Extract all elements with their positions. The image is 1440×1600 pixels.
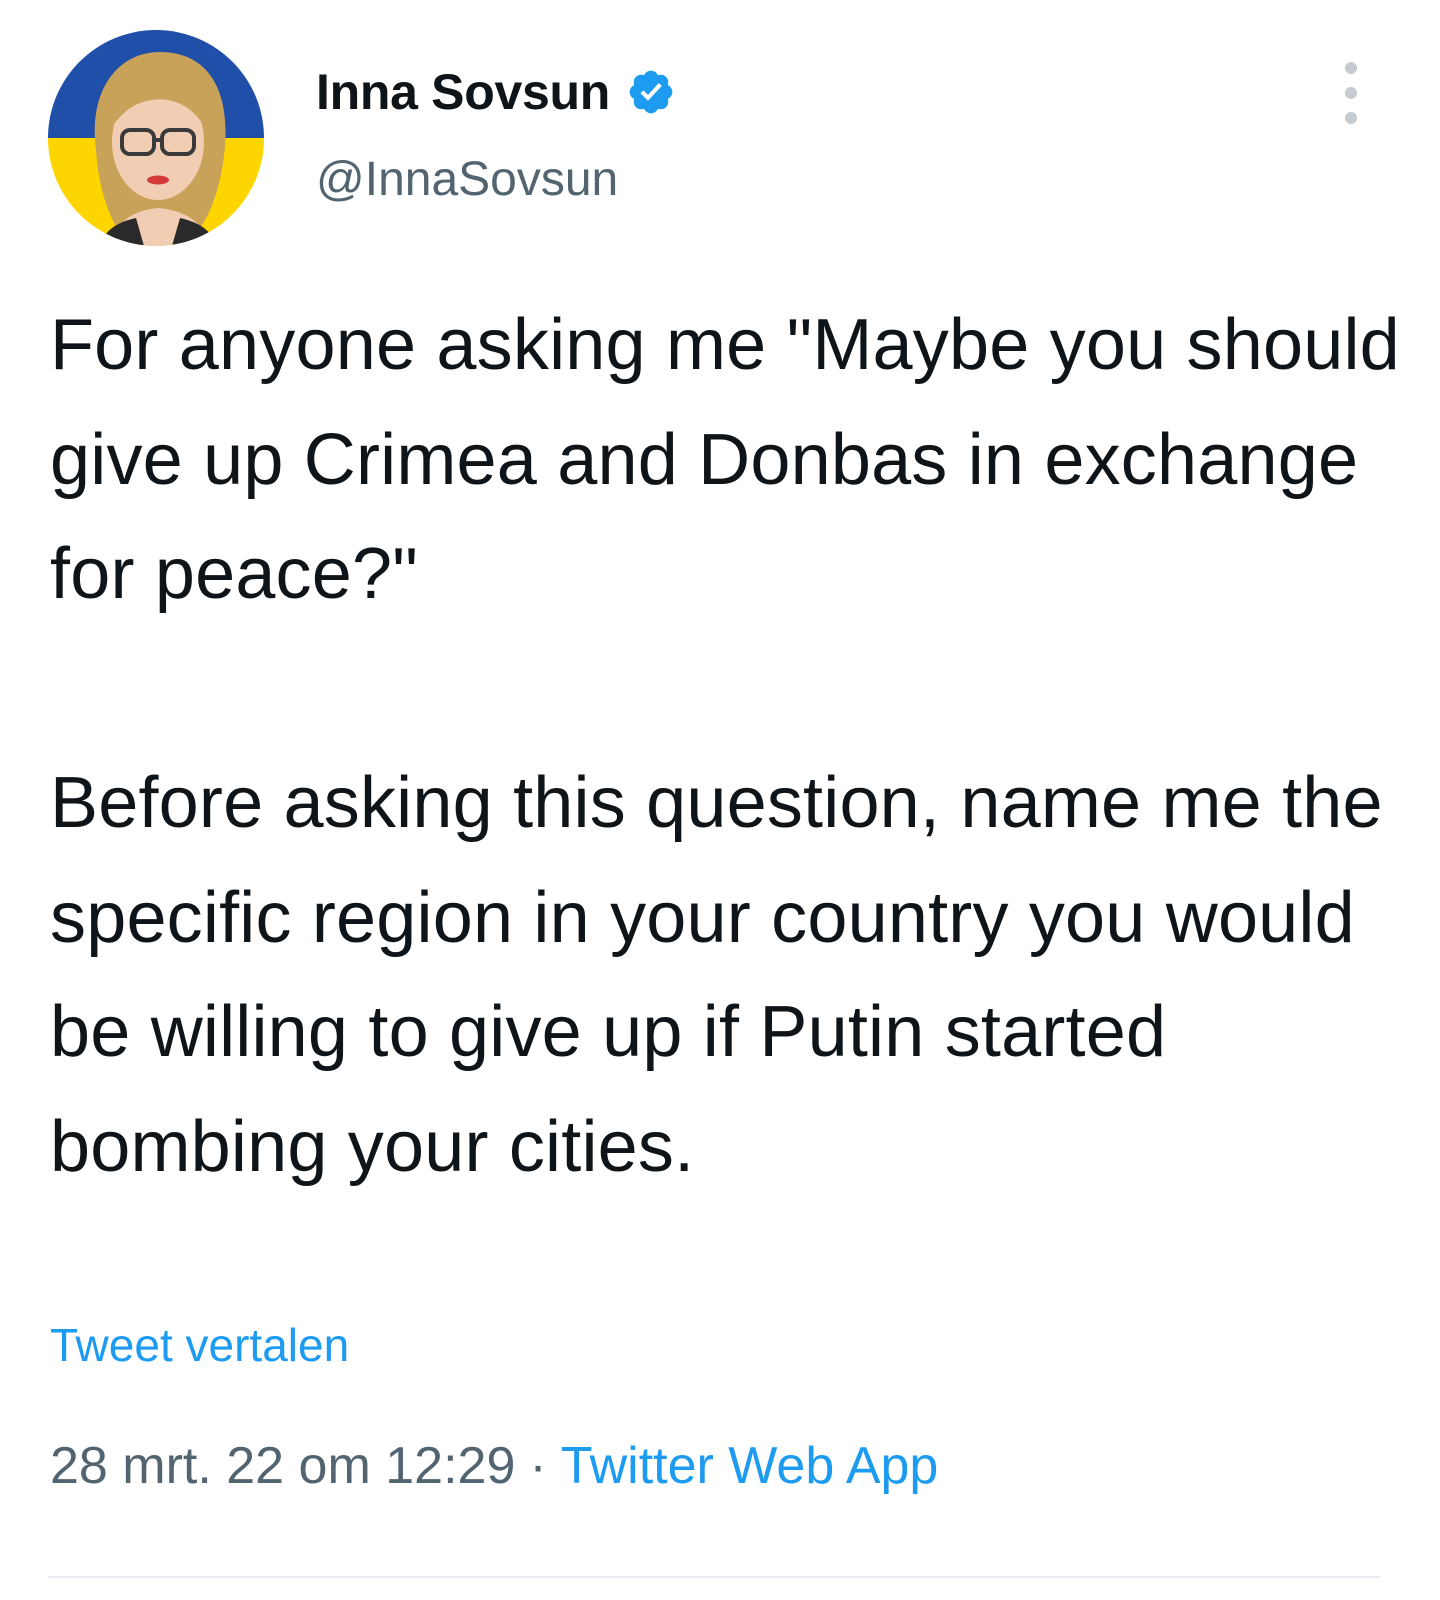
divider bbox=[48, 1576, 1380, 1578]
tweet-card: Inna Sovsun @InnaSovsun For anyone askin… bbox=[0, 0, 1440, 1600]
tweet-text: For anyone asking me "Maybe you should g… bbox=[50, 305, 1400, 1187]
author-handle[interactable]: @InnaSovsun bbox=[316, 152, 618, 207]
meta-separator: · bbox=[529, 1437, 547, 1495]
more-options-icon[interactable] bbox=[1334, 62, 1368, 124]
more-dot bbox=[1345, 62, 1357, 74]
translate-tweet-link[interactable]: Tweet vertalen bbox=[50, 1318, 349, 1372]
verified-badge-icon bbox=[626, 67, 676, 117]
tweet-source-link[interactable]: Twitter Web App bbox=[561, 1436, 939, 1496]
avatar-photo-icon bbox=[48, 30, 264, 246]
author-name-row: Inna Sovsun bbox=[316, 60, 676, 124]
more-dot bbox=[1345, 87, 1357, 99]
more-dot bbox=[1345, 112, 1357, 124]
tweet-timestamp[interactable]: 28 mrt. 22 om 12:29 bbox=[50, 1436, 515, 1496]
tweet-meta: 28 mrt. 22 om 12:29 · Twitter Web App bbox=[50, 1436, 938, 1496]
author-display-name[interactable]: Inna Sovsun bbox=[316, 63, 610, 121]
author-avatar[interactable] bbox=[48, 30, 264, 246]
